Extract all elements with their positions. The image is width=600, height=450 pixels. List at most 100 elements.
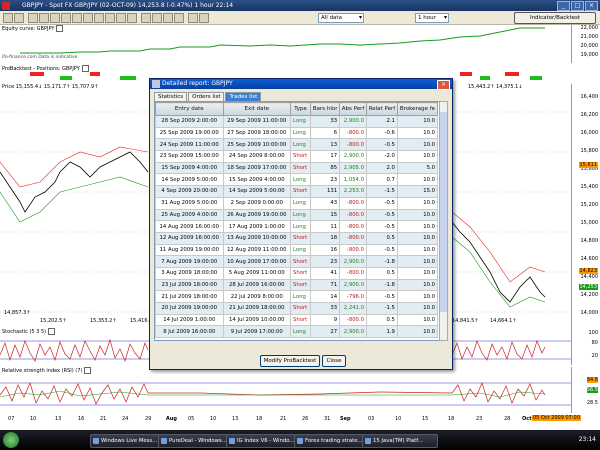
table-cell: 14 Sep 2009 5:00:00 <box>155 173 224 187</box>
zoom-icon[interactable] <box>50 13 60 23</box>
modify-probacktest-button[interactable]: Modify ProBacktest <box>260 355 320 367</box>
column-header[interactable]: Exit date <box>222 102 292 116</box>
table-cell: 6 <box>310 126 341 140</box>
crosshair-icon[interactable] <box>39 13 49 23</box>
taskbar-item[interactable]: PureDeal - Windows... <box>158 434 234 448</box>
bar-chart-icon[interactable] <box>152 13 162 23</box>
table-cell: -0.5 <box>365 220 398 233</box>
table-cell: 1,054.0 <box>339 173 367 187</box>
pane-close-icon[interactable] <box>84 367 92 374</box>
table-cell: 10.0 <box>396 138 439 152</box>
table-cell: 9 <box>310 313 341 327</box>
rectangle-icon[interactable] <box>116 13 126 23</box>
table-cell: -0.6 <box>365 126 398 140</box>
table-row[interactable]: 31 Aug 2009 5:00:00 2 Sep 2009 0:00:00 Lon… <box>155 196 439 210</box>
line-draw-icon[interactable] <box>61 13 71 23</box>
start-button[interactable] <box>3 432 19 448</box>
table-cell: 71 <box>310 278 341 292</box>
maximize-icon[interactable]: □ <box>571 1 584 11</box>
x-tick: 31 <box>324 416 331 422</box>
close-icon[interactable]: × <box>585 1 598 11</box>
table-row[interactable]: 25 Sep 2009 19:00:00 27 Sep 2009 18:00:00… <box>155 126 439 140</box>
table-cell: 0.5 <box>365 266 398 280</box>
table-cell: 21 Jul 2009 18:00:00 <box>222 302 292 315</box>
table-cell: 16 <box>310 243 341 257</box>
table-row[interactable]: 20 Jul 2009 19:00:00 21 Jul 2009 18:00:00… <box>155 302 439 315</box>
pane-close-icon[interactable] <box>81 65 89 72</box>
minimize-icon[interactable]: _ <box>557 1 570 11</box>
table-cell: 2.0 <box>365 161 398 175</box>
table-row[interactable]: 23 Jul 2009 18:00:00 28 Jul 2009 16:00:00… <box>155 278 439 292</box>
table-cell: 0.5 <box>365 231 398 245</box>
line-chart-icon[interactable] <box>174 13 184 23</box>
column-header[interactable]: Abs Perf <box>339 102 367 116</box>
column-header[interactable]: Entry date <box>155 102 224 116</box>
table-cell: 10.0 <box>396 302 439 315</box>
pane-close-icon[interactable] <box>48 328 56 335</box>
taskbar-item[interactable]: 15 Java(TM) Platf... <box>362 434 438 448</box>
color-icon[interactable] <box>141 13 151 23</box>
price-level-label: 15,353.2↑ <box>90 318 117 324</box>
table-row[interactable]: 24 Sep 2009 11:00:00 25 Sep 2009 10:00:00… <box>155 138 439 152</box>
column-header[interactable]: Relat Perf <box>365 102 398 116</box>
x-tick: 28 <box>504 416 511 422</box>
column-header[interactable]: Brokerage fe <box>396 102 439 116</box>
table-cell: 17 <box>310 150 341 163</box>
table-scrollbar[interactable] <box>439 101 448 341</box>
table-cell: 12 Aug 2009 11:00:00 <box>222 243 292 257</box>
arrow-icon[interactable] <box>105 13 115 23</box>
save-icon[interactable] <box>3 13 13 23</box>
table-cell: 29 Sep 2009 11:00:00 <box>222 115 292 128</box>
zoom-in-icon[interactable] <box>188 13 198 23</box>
scrollbar-thumb[interactable] <box>440 112 447 312</box>
ellipse-icon[interactable] <box>127 13 137 23</box>
dialog-close-icon[interactable]: × <box>437 80 450 90</box>
interval-select[interactable]: 1 hour <box>415 13 449 23</box>
tab-trades-list[interactable]: Trades list <box>225 92 262 101</box>
taskbar-item[interactable]: IG Index V6 - Windo... <box>226 434 302 448</box>
text-icon[interactable] <box>94 13 104 23</box>
table-row[interactable]: 14 Jul 2009 1:00:00 14 Jul 2009 10:00:00 S… <box>155 313 439 327</box>
taskbar-item[interactable]: Windows Live Mess... <box>90 434 166 448</box>
candle-chart-icon[interactable] <box>163 13 173 23</box>
table-row[interactable]: 8 Jul 2009 16:00:00 9 Jul 2009 17:00:00 Lo… <box>155 325 439 339</box>
table-row[interactable]: 12 Aug 2009 16:00:00 13 Aug 2009 10:00:00… <box>155 231 439 245</box>
table-cell: 15 <box>310 208 341 222</box>
cursor-icon[interactable] <box>28 13 38 23</box>
table-row[interactable]: 25 Aug 2009 4:00:00 26 Aug 2009 19:00:00 L… <box>155 208 439 222</box>
table-row[interactable]: 11 Aug 2009 19:00:00 12 Aug 2009 11:00:00… <box>155 243 439 257</box>
column-header[interactable]: Type <box>290 102 312 116</box>
table-row[interactable]: 3 Aug 2009 18:00:00 5 Aug 2009 11:00:00 Sh… <box>155 266 439 280</box>
table-cell: 2,900.0 <box>339 255 367 268</box>
print-icon[interactable] <box>14 13 24 23</box>
zoom-out-icon[interactable] <box>199 13 209 23</box>
table-cell: 2,900.0 <box>339 278 367 292</box>
table-row[interactable]: 21 Jul 2009 18:00:00 22 Jul 2009 8:00:00 L… <box>155 290 439 303</box>
fibonacci-icon[interactable] <box>83 13 93 23</box>
table-row[interactable]: 23 Sep 2009 15:00:00 24 Sep 2009 8:00:00 S… <box>155 150 439 163</box>
taskbar-item[interactable]: Forex trading strate... <box>294 434 370 448</box>
table-row[interactable]: 15 Sep 2009 4:00:00 18 Sep 2009 17:00:00 S… <box>155 161 439 175</box>
tab-orders-list[interactable]: Orders list <box>188 92 225 101</box>
table-row[interactable]: 4 Sep 2009 20:00:00 14 Sep 2009 5:00:00 Sh… <box>155 185 439 198</box>
window-title: GBPJPY - Spot FX GBP/JPY (02-OCT-09) 14,… <box>22 2 234 9</box>
table-cell: 27 Sep 2009 18:00:00 <box>222 126 292 140</box>
column-header[interactable]: Bars hlor <box>310 102 341 116</box>
table-row[interactable]: 7 Aug 2009 19:00:00 10 Aug 2009 17:00:00 S… <box>155 255 439 268</box>
table-cell: 10.0 <box>396 278 439 292</box>
table-row[interactable]: 14 Aug 2009 16:00:00 17 Aug 2009 1:00:00 L… <box>155 220 439 233</box>
indicator-backtest-button[interactable]: Indicator/Backtest <box>514 12 596 24</box>
close-button[interactable]: Close <box>322 355 346 367</box>
range-select[interactable]: All data <box>318 13 364 23</box>
table-cell: 0.5 <box>365 313 398 327</box>
table-cell: 13 Aug 2009 10:00:00 <box>222 231 292 245</box>
x-tick: 24 <box>122 416 129 422</box>
stochastic-axis: 100 80 20 <box>571 328 600 365</box>
table-cell: -800.0 <box>339 243 367 257</box>
table-cell: 10.0 <box>396 220 439 233</box>
channel-draw-icon[interactable] <box>72 13 82 23</box>
tab-statistics[interactable]: Statistics <box>154 92 188 101</box>
table-row[interactable]: 14 Sep 2009 5:00:00 15 Sep 2009 4:00:00 Lo… <box>155 173 439 187</box>
table-cell: 10 Aug 2009 17:00:00 <box>222 255 292 268</box>
table-row[interactable]: 28 Sep 2009 2:00:00 29 Sep 2009 11:00:00 L… <box>155 115 439 128</box>
